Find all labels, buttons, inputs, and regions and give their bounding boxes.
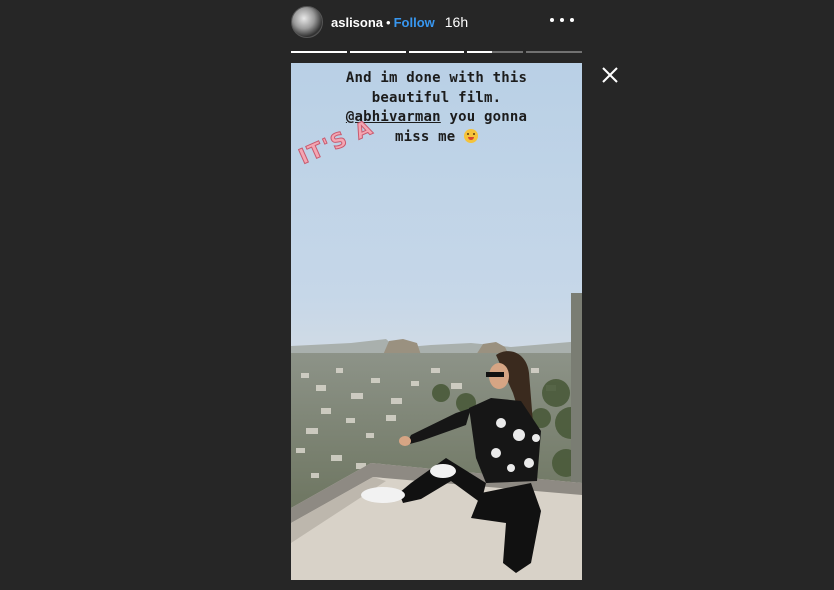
more-options-icon[interactable] xyxy=(550,12,574,28)
close-icon[interactable] xyxy=(600,65,620,85)
caption-line: @abhivarman you gonna xyxy=(291,108,582,128)
caption-text: you gonna xyxy=(440,109,528,125)
more-dot xyxy=(570,18,574,22)
story-progress-bar xyxy=(291,51,582,54)
progress-segment[interactable] xyxy=(291,51,347,53)
story-viewer: aslisona • Follow 16h And im done with t… xyxy=(0,0,834,590)
more-dot xyxy=(550,18,554,22)
story-header: aslisona • Follow 16h xyxy=(291,4,582,40)
post-time: 16h xyxy=(444,14,469,30)
follow-button[interactable]: Follow xyxy=(394,15,435,30)
progress-fill xyxy=(408,51,465,53)
caption-text: miss me xyxy=(394,128,456,145)
progress-segment[interactable] xyxy=(349,51,406,53)
caption-line: beautiful film. xyxy=(371,89,502,106)
progress-segment[interactable] xyxy=(408,51,465,53)
progress-fill xyxy=(467,51,493,53)
username[interactable]: aslisona xyxy=(331,15,383,30)
story-image[interactable]: And im done with this beautiful film. @a… xyxy=(291,63,582,580)
caption-line: And im done with this xyxy=(345,70,528,86)
progress-segment[interactable] xyxy=(526,51,582,53)
progress-segment[interactable] xyxy=(467,51,524,53)
progress-fill xyxy=(291,51,347,53)
separator-dot: • xyxy=(386,14,391,30)
avatar[interactable] xyxy=(291,6,323,38)
progress-fill xyxy=(349,51,406,53)
tongue-emoji-icon xyxy=(464,128,479,143)
more-dot xyxy=(560,18,564,22)
